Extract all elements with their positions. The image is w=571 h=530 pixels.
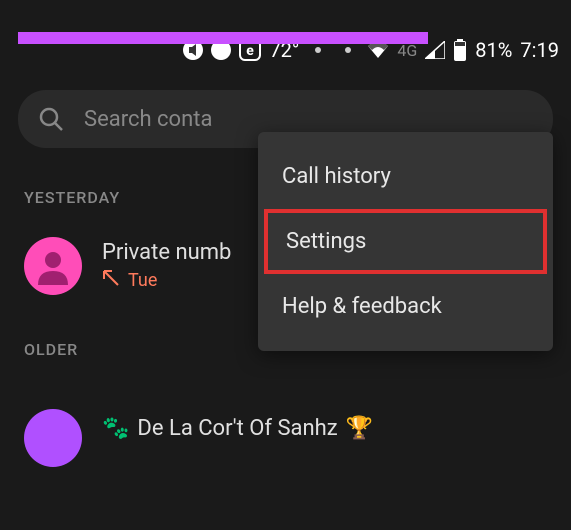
prefix-emoji: 🐾 [102,416,129,441]
call-day: Tue [128,270,157,291]
call-info: Private numb Tue [102,240,231,292]
missed-call-icon [102,269,120,292]
search-icon [38,106,64,132]
suffix-emoji: 🏆 [346,416,373,441]
signal-icon [425,41,445,59]
caller-name-row: 🐾 De La Cor't Of Sanhz 🏆 [102,416,373,441]
overflow-menu: Call history Settings Help & feedback [258,132,553,351]
battery-percent: 81% [475,38,512,62]
status-dot [315,47,321,53]
caller-name: De La Cor't Of Sanhz [137,416,337,441]
avatar [24,409,82,467]
svg-text:e: e [247,43,255,59]
status-dot [345,47,351,53]
battery-icon [453,39,467,61]
caller-name: Private numb [102,240,231,265]
menu-item-help-feedback[interactable]: Help & feedback [258,274,553,339]
top-accent-bar [18,32,428,44]
call-row[interactable]: 🐾 De La Cor't Of Sanhz 🏆 [0,379,571,477]
clock-time: 7:19 [520,38,559,62]
call-meta: Tue [102,269,231,292]
menu-item-call-history[interactable]: Call history [258,144,553,209]
search-placeholder: Search conta [84,107,212,132]
menu-item-settings[interactable]: Settings [264,209,547,274]
avatar [24,237,82,295]
